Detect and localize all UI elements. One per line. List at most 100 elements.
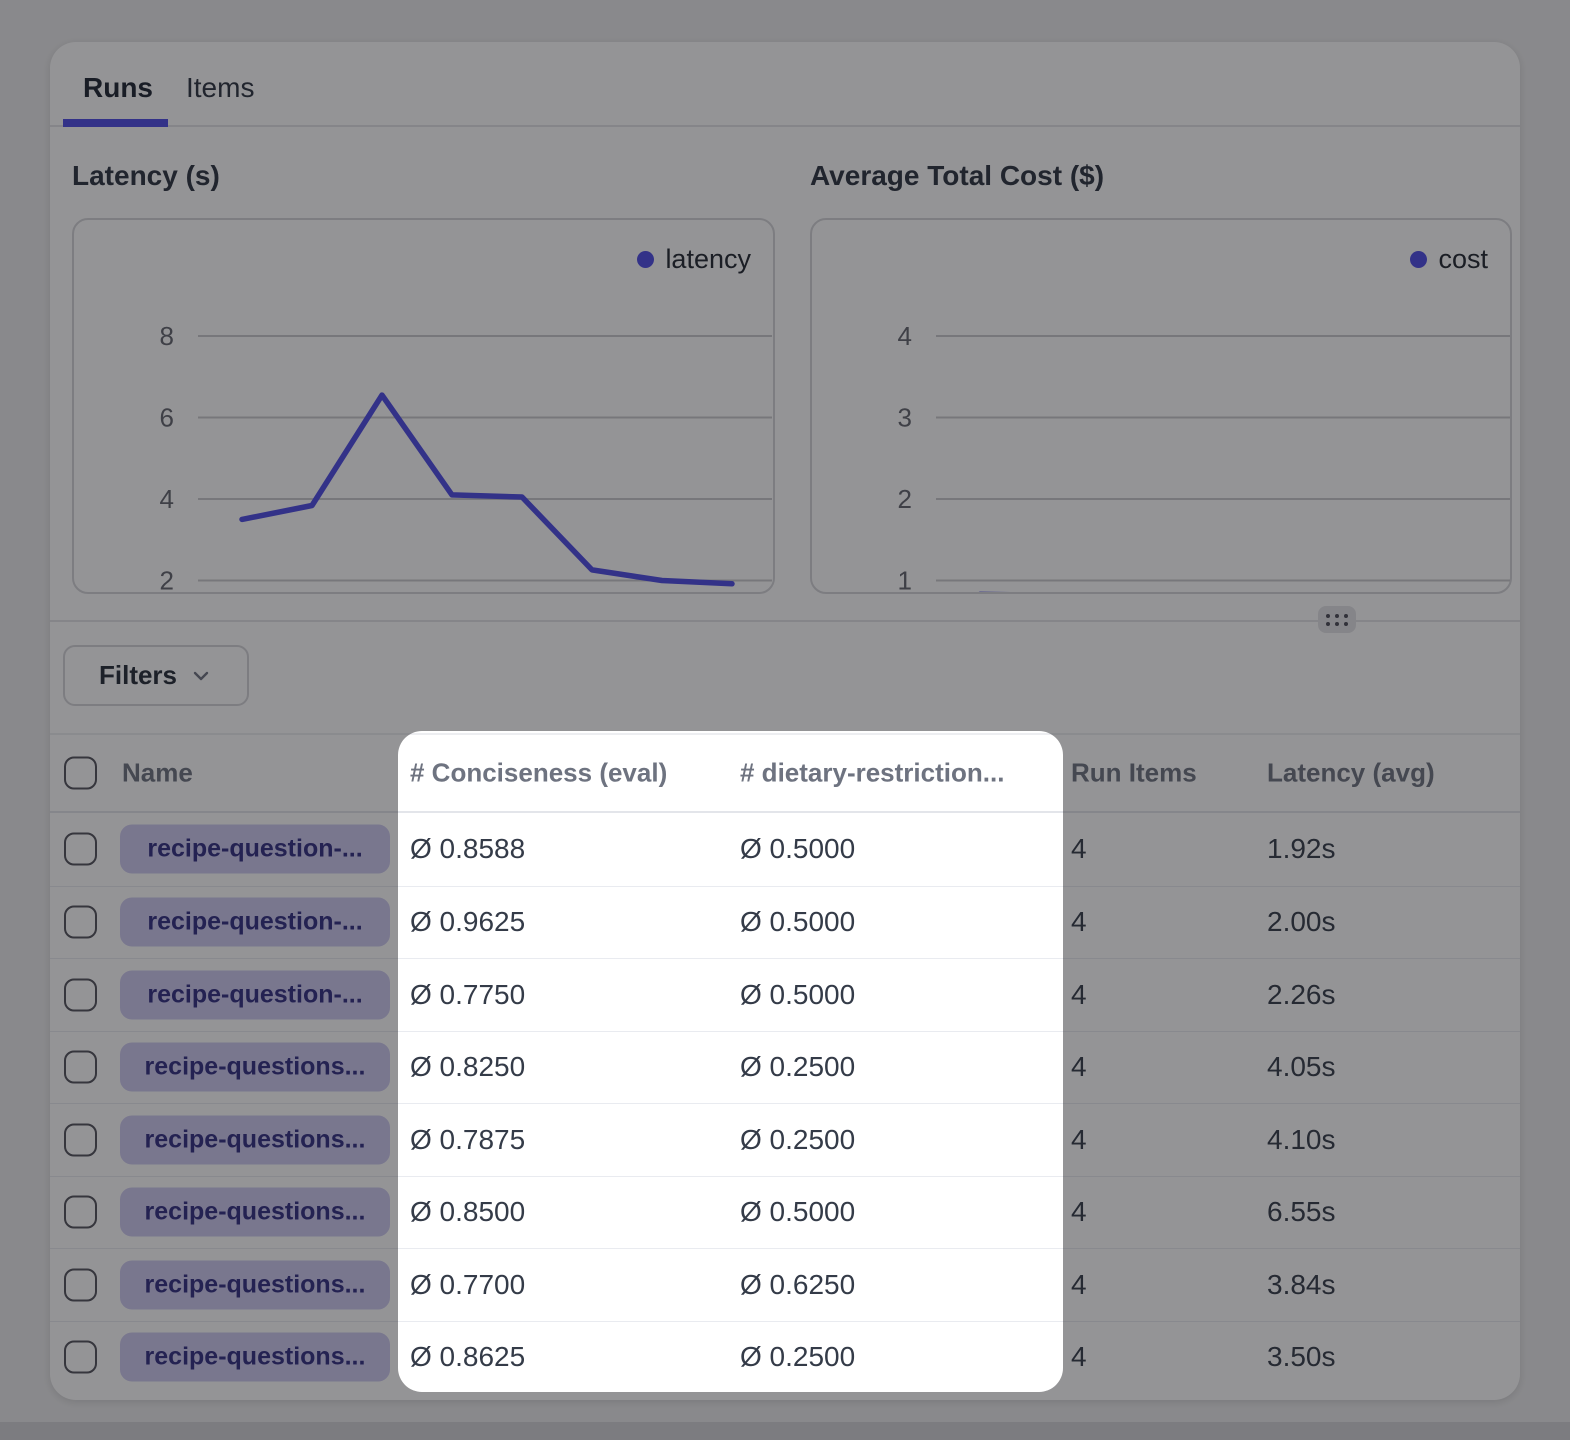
latency-avg-value: 2.26s [1267, 979, 1336, 1011]
header-latency-avg[interactable]: Latency (avg) [1267, 758, 1435, 789]
latency-chart-panel: 2468 latency [72, 218, 775, 594]
select-all-checkbox[interactable] [64, 757, 97, 790]
cost-chart-title: Average Total Cost ($) [810, 160, 1104, 192]
run-name-badge[interactable]: recipe-questions... [120, 1333, 390, 1382]
latency-avg-value: 4.05s [1267, 1051, 1336, 1083]
latency-avg-value: 3.50s [1267, 1341, 1336, 1373]
filters-button-label: Filters [99, 660, 177, 691]
row-checkbox[interactable] [64, 1051, 97, 1084]
runs-dashboard-card: Runs Items Latency (s) Average Total Cos… [50, 42, 1520, 1400]
drag-dot-icon [1344, 614, 1348, 618]
run-items-value: 4 [1071, 979, 1087, 1011]
conciseness-value: Ø 0.8625 [410, 1341, 525, 1373]
y-tick-label: 2 [898, 484, 912, 514]
y-tick-label: 4 [898, 321, 912, 351]
tab-items[interactable]: Items [186, 72, 254, 104]
drag-dot-icon [1326, 622, 1330, 626]
cost-line-chart: 1 2 3 4 [812, 220, 1510, 592]
run-name-badge[interactable]: recipe-questions... [120, 1115, 390, 1164]
y-tick-label: 3 [898, 403, 912, 433]
row-checkbox[interactable] [64, 1341, 97, 1374]
conciseness-value: Ø 0.8588 [410, 833, 525, 865]
run-name-badge[interactable]: recipe-questions... [120, 1260, 390, 1309]
table-row: recipe-question-... Ø 0.7750 Ø 0.5000 4 … [50, 958, 1520, 1031]
latency-series-line [242, 395, 732, 584]
latency-avg-value: 4.10s [1267, 1124, 1336, 1156]
latency-legend: latency [637, 244, 751, 275]
drag-dot-icon [1326, 614, 1330, 618]
run-items-value: 4 [1071, 833, 1087, 865]
y-tick-label: 2 [160, 566, 174, 593]
run-items-value: 4 [1071, 1124, 1087, 1156]
latency-legend-label: latency [665, 244, 751, 275]
conciseness-value: Ø 0.8250 [410, 1051, 525, 1083]
latency-line-chart: 2468 [74, 220, 773, 592]
header-run-items[interactable]: Run Items [1071, 758, 1197, 789]
conciseness-value: Ø 0.7700 [410, 1269, 525, 1301]
run-items-value: 4 [1071, 1196, 1087, 1228]
latency-avg-value: 3.84s [1267, 1269, 1336, 1301]
dietary-value: Ø 0.6250 [740, 1269, 855, 1301]
table-row: recipe-questions... Ø 0.7875 Ø 0.2500 4 … [50, 1103, 1520, 1176]
conciseness-value: Ø 0.7875 [410, 1124, 525, 1156]
y-tick-label: 8 [160, 321, 174, 351]
run-items-value: 4 [1071, 906, 1087, 938]
latency-legend-dot-icon [637, 251, 654, 268]
row-checkbox[interactable] [64, 833, 97, 866]
y-tick-label: 6 [160, 403, 174, 433]
dietary-value: Ø 0.5000 [740, 906, 855, 938]
run-items-value: 4 [1071, 1341, 1087, 1373]
conciseness-value: Ø 0.9625 [410, 906, 525, 938]
run-name-badge[interactable]: recipe-questions... [120, 1188, 390, 1237]
table-row: recipe-question-... Ø 0.8588 Ø 0.5000 4 … [50, 813, 1520, 886]
chevron-down-icon [189, 664, 213, 688]
active-tab-indicator [63, 119, 168, 127]
drag-dot-icon [1335, 614, 1339, 618]
runs-table-body: recipe-question-... Ø 0.8588 Ø 0.5000 4 … [50, 813, 1520, 1393]
table-row: recipe-questions... Ø 0.8625 Ø 0.2500 4 … [50, 1321, 1520, 1394]
cost-legend: cost [1410, 244, 1488, 275]
dietary-value: Ø 0.2500 [740, 1051, 855, 1083]
cost-legend-dot-icon [1410, 251, 1427, 268]
dietary-value: Ø 0.5000 [740, 833, 855, 865]
table-row: recipe-questions... Ø 0.8250 Ø 0.2500 4 … [50, 1031, 1520, 1104]
tab-bar: Runs Items [50, 42, 1520, 127]
header-name[interactable]: Name [122, 758, 193, 789]
run-items-value: 4 [1071, 1269, 1087, 1301]
drag-dot-icon [1335, 622, 1339, 626]
drag-dot-icon [1344, 622, 1348, 626]
run-name-badge[interactable]: recipe-question-... [120, 825, 390, 874]
row-checkbox[interactable] [64, 1196, 97, 1229]
cost-chart-panel: 1 2 3 4 cost [810, 218, 1512, 594]
table-header-row: Name # Conciseness (eval) # dietary-rest… [50, 733, 1520, 813]
latency-chart-title: Latency (s) [72, 160, 220, 192]
page-bottom-band [0, 1422, 1570, 1440]
conciseness-value: Ø 0.8500 [410, 1196, 525, 1228]
run-name-badge[interactable]: recipe-question-... [120, 898, 390, 947]
dietary-value: Ø 0.2500 [740, 1341, 855, 1373]
dietary-value: Ø 0.5000 [740, 979, 855, 1011]
filters-button[interactable]: Filters [63, 645, 249, 706]
latency-avg-value: 1.92s [1267, 833, 1336, 865]
panel-resize-handle[interactable] [1318, 606, 1356, 633]
row-checkbox[interactable] [64, 1123, 97, 1156]
dietary-value: Ø 0.5000 [740, 1196, 855, 1228]
row-checkbox[interactable] [64, 1268, 97, 1301]
latency-avg-value: 6.55s [1267, 1196, 1336, 1228]
table-row: recipe-question-... Ø 0.9625 Ø 0.5000 4 … [50, 886, 1520, 959]
run-name-badge[interactable]: recipe-question-... [120, 970, 390, 1019]
table-row: recipe-questions... Ø 0.8500 Ø 0.5000 4 … [50, 1176, 1520, 1249]
row-checkbox[interactable] [64, 906, 97, 939]
conciseness-value: Ø 0.7750 [410, 979, 525, 1011]
header-dietary-restriction[interactable]: # dietary-restriction... [740, 758, 1004, 789]
header-conciseness[interactable]: # Conciseness (eval) [410, 758, 667, 789]
dietary-value: Ø 0.2500 [740, 1124, 855, 1156]
latency-avg-value: 2.00s [1267, 906, 1336, 938]
y-tick-label: 1 [898, 566, 912, 593]
cost-legend-label: cost [1438, 244, 1488, 275]
run-items-value: 4 [1071, 1051, 1087, 1083]
run-name-badge[interactable]: recipe-questions... [120, 1043, 390, 1092]
section-divider [50, 620, 1520, 622]
tab-runs[interactable]: Runs [83, 72, 153, 104]
row-checkbox[interactable] [64, 978, 97, 1011]
